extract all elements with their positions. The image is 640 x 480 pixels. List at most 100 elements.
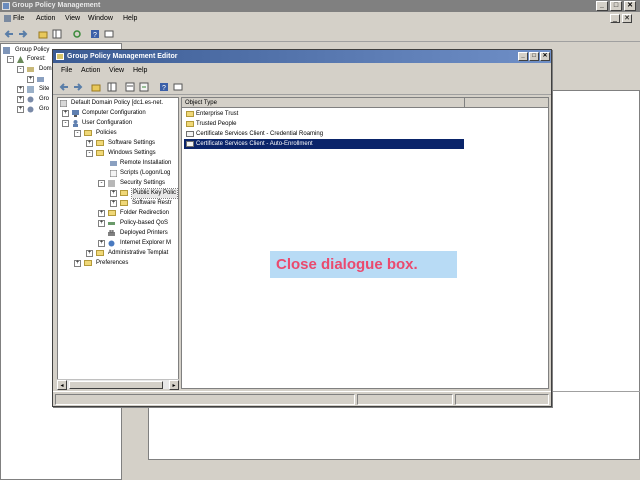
list-column-header[interactable]: Object Type [182, 98, 548, 108]
editor-up-folder-icon[interactable] [91, 82, 101, 92]
status-pane-tertiary [455, 394, 549, 405]
child-close-button[interactable]: ✕ [622, 14, 632, 23]
help-icon[interactable]: ? [90, 29, 100, 39]
tree-expander[interactable]: + [74, 260, 81, 267]
list-item-credential-roaming[interactable]: Certificate Services Client - Credential… [184, 129, 323, 139]
list-item-trusted-people[interactable]: Trusted People [184, 119, 236, 129]
editor-close-button[interactable]: ✕ [540, 52, 550, 61]
printer-icon [108, 230, 115, 236]
editor-menu-view[interactable]: View [109, 66, 124, 76]
outer-menu-view[interactable]: View [65, 14, 80, 24]
folder-icon [120, 190, 128, 196]
scripts-icon [110, 170, 117, 177]
editor-app-icon [56, 53, 64, 60]
outer-toolbar: ? [0, 26, 640, 42]
column-object-type[interactable]: Object Type [185, 100, 217, 106]
remote-installation-icon [110, 161, 117, 166]
minimize-button[interactable]: _ [596, 1, 608, 11]
properties-icon[interactable] [104, 29, 114, 39]
editor-back-arrow-icon[interactable] [59, 82, 69, 92]
editor-show-hide-tree-icon[interactable] [107, 82, 117, 92]
user-icon [73, 120, 78, 127]
tree-expander[interactable]: + [17, 96, 24, 103]
scroll-right-arrow-icon[interactable]: ▸ [169, 380, 179, 390]
modeling-icon [27, 96, 34, 103]
instruction-callout: Close dialogue box. [270, 251, 457, 278]
svg-text:?: ? [162, 85, 166, 92]
outer-window-title: Group Policy Management [12, 2, 101, 9]
scrollbar-thumb[interactable] [69, 381, 163, 389]
editor-minimize-button[interactable]: _ [518, 52, 528, 61]
folder-icon [84, 260, 92, 266]
tree-expander[interactable]: - [17, 66, 24, 73]
back-arrow-icon[interactable] [4, 29, 14, 39]
editor-export-icon[interactable] [139, 82, 149, 92]
gpm-root-icon [3, 47, 10, 54]
editor-toolbar: ? [53, 79, 551, 95]
column-header-empty[interactable] [464, 98, 548, 108]
certificate-settings-icon [186, 141, 194, 147]
editor-status-bar [53, 391, 551, 406]
domains-icon [27, 67, 34, 72]
editor-help-icon[interactable]: ? [159, 82, 169, 92]
folder-icon [186, 121, 194, 127]
svg-text:?: ? [93, 32, 97, 39]
tree-expander[interactable]: + [110, 200, 117, 207]
tree-expander[interactable]: + [17, 86, 24, 93]
folder-icon [96, 140, 104, 146]
show-hide-tree-icon[interactable] [52, 29, 62, 39]
forward-arrow-icon[interactable] [18, 29, 28, 39]
tree-expander[interactable]: + [17, 106, 24, 113]
tree-expander[interactable]: - [86, 150, 93, 157]
editor-console-tree: Default Domain Policy [dc1.es-net. + Com… [57, 97, 179, 389]
maximize-button[interactable]: □ [610, 1, 622, 11]
editor-title-bar[interactable]: Group Policy Management Editor _ □ ✕ [53, 50, 551, 63]
editor-export-list-icon[interactable] [125, 82, 135, 92]
status-pane-main [55, 394, 355, 405]
tree-expander[interactable]: - [7, 56, 14, 63]
outer-menu-help[interactable]: Help [123, 14, 137, 24]
tree-expander[interactable]: + [98, 220, 105, 227]
folder-icon [84, 130, 92, 136]
editor-properties-icon[interactable] [173, 82, 183, 92]
editor-forward-arrow-icon[interactable] [73, 82, 83, 92]
list-item-enterprise-trust[interactable]: Enterprise Trust [184, 109, 238, 119]
tree-expander[interactable]: + [86, 140, 93, 147]
refresh-icon[interactable] [72, 29, 82, 39]
gpm-app-icon [2, 2, 10, 10]
tree-expander[interactable]: + [62, 110, 69, 117]
folder-icon [96, 250, 104, 256]
internet-explorer-icon [108, 240, 115, 247]
editor-window-title: Group Policy Management Editor [67, 53, 178, 60]
scroll-left-arrow-icon[interactable]: ◂ [57, 380, 67, 390]
editor-menu-action[interactable]: Action [81, 66, 100, 76]
folder-icon [186, 111, 194, 117]
tree-expander[interactable]: + [86, 250, 93, 257]
folder-icon [96, 150, 104, 156]
tree-expander[interactable]: + [98, 210, 105, 217]
outer-menu-action[interactable]: Action [36, 14, 55, 24]
tree-expander[interactable]: + [27, 76, 34, 83]
tree-horizontal-scrollbar[interactable]: ◂ ▸ [57, 379, 179, 390]
list-item-auto-enrollment[interactable]: Certificate Services Client - Auto-Enrol… [184, 139, 464, 149]
editor-details-list: Object Type Enterprise Trust Trusted Peo… [181, 97, 549, 389]
tree-expander[interactable]: - [62, 120, 69, 127]
up-folder-icon[interactable] [38, 29, 48, 39]
outer-menu-file[interactable]: File [4, 14, 24, 24]
tree-expander[interactable]: + [98, 240, 105, 247]
security-icon [108, 180, 115, 187]
folder-icon [108, 210, 116, 216]
editor-maximize-button[interactable]: □ [529, 52, 539, 61]
outer-menu-bar: File Action View Window Help _ ✕ [0, 12, 640, 26]
tree-expander[interactable]: - [74, 130, 81, 137]
editor-menu-help[interactable]: Help [133, 66, 147, 76]
tree-expander[interactable]: + [110, 190, 117, 197]
editor-menu-file[interactable]: File [61, 66, 72, 76]
gpm-editor-window: Group Policy Management Editor _ □ ✕ Fil… [52, 49, 552, 407]
child-minimize-button[interactable]: _ [610, 14, 620, 23]
folder-icon [120, 200, 128, 206]
tree-expander[interactable]: - [98, 180, 105, 187]
status-pane-secondary [357, 394, 453, 405]
outer-menu-window[interactable]: Window [88, 14, 113, 24]
close-button[interactable]: ✕ [624, 1, 636, 11]
